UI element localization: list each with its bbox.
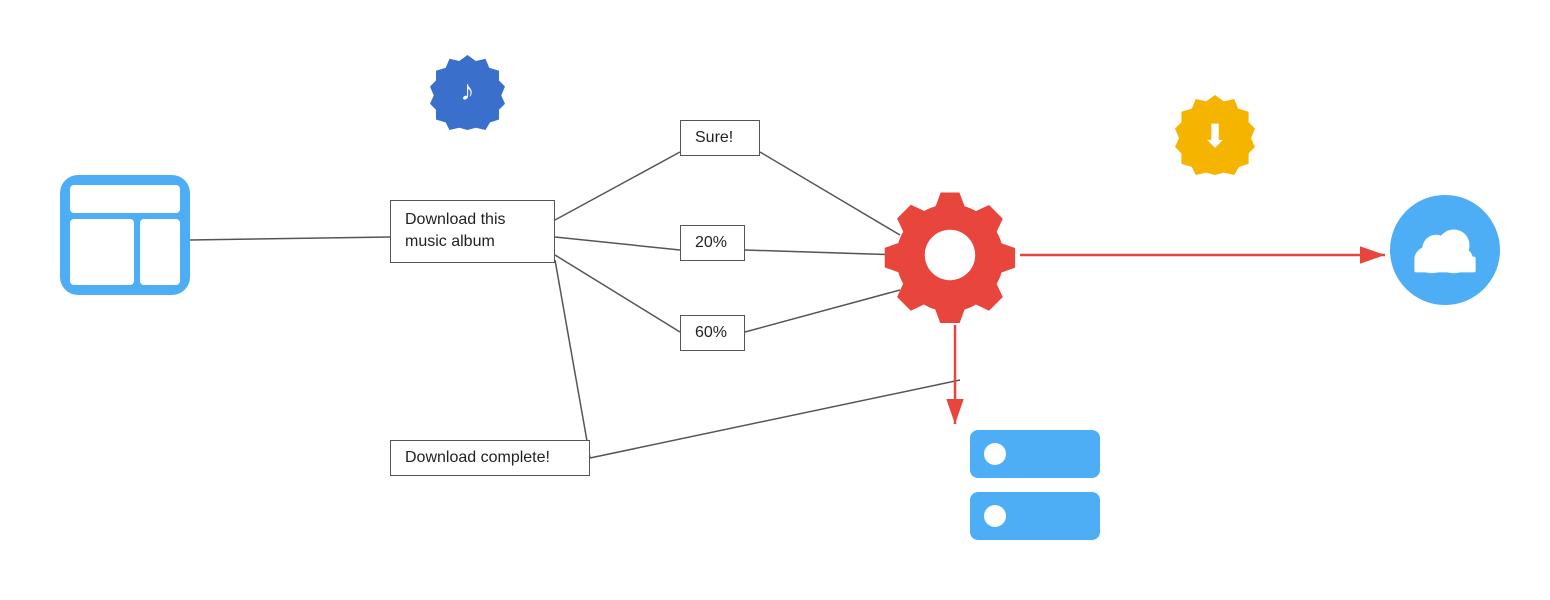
music-badge-icon: ♪: [430, 55, 505, 130]
cloud-icon: [1390, 195, 1500, 285]
download-complete-label: Download complete!: [390, 440, 590, 476]
gear-icon: [880, 185, 1020, 325]
download-music-label: Download this music album: [390, 200, 555, 263]
browser-icon: [60, 175, 190, 295]
percent-60-label: 60%: [680, 315, 745, 351]
sure-label: Sure!: [680, 120, 760, 156]
database-icon-1: [970, 430, 1100, 478]
download-badge-icon: ⬇: [1175, 95, 1255, 175]
diagram-canvas: ♪ Download this music album Sure! 20% 60…: [0, 0, 1550, 600]
arrows-overlay: [0, 0, 1550, 600]
database-icon-2: [970, 492, 1100, 540]
percent-20-label: 20%: [680, 225, 745, 261]
